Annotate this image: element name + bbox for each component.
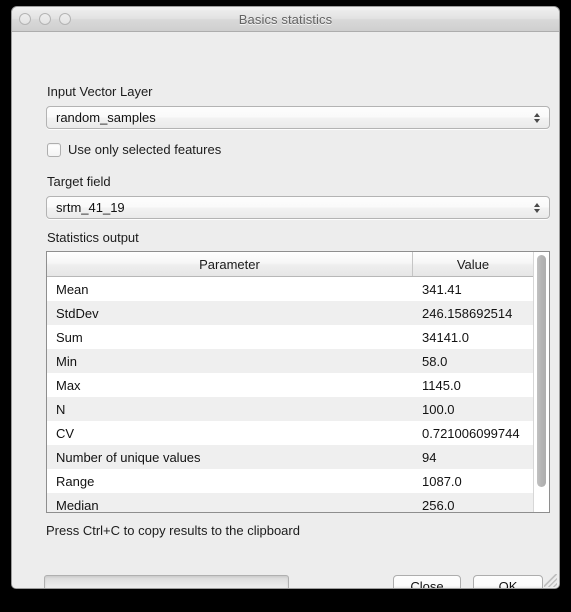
ok-button[interactable]: OK: [473, 575, 543, 588]
cell-value: 1087.0: [422, 473, 462, 489]
cell-parameter: CV: [56, 425, 75, 441]
input-vector-layer-value: random_samples: [56, 110, 156, 125]
table-row[interactable]: Mean 341.41: [47, 277, 533, 301]
table-header-row: Parameter Value: [47, 252, 533, 277]
window-controls: [19, 7, 71, 31]
use-only-selected-features-checkbox[interactable]: [47, 142, 61, 157]
table-row[interactable]: Sum 34141.0: [47, 325, 533, 349]
resize-grip[interactable]: [544, 574, 557, 587]
column-header-value[interactable]: Value: [413, 252, 533, 276]
cell-parameter: StdDev: [56, 305, 99, 321]
clipboard-hint-text: Press Ctrl+C to copy results to the clip…: [46, 523, 300, 538]
cell-parameter: Min: [56, 353, 77, 369]
cell-value: 0.721006099744: [422, 425, 520, 441]
chevron-updown-icon: [528, 197, 546, 218]
cell-parameter: Sum: [56, 329, 83, 345]
table-row[interactable]: Median 256.0: [47, 493, 533, 513]
zoom-button[interactable]: [59, 13, 71, 25]
table-row[interactable]: Number of unique values 94: [47, 445, 533, 469]
window-title-bar[interactable]: Basics statistics: [12, 7, 559, 32]
close-button-footer[interactable]: Close: [393, 575, 461, 588]
close-button[interactable]: [19, 13, 31, 25]
cell-parameter: N: [56, 401, 66, 417]
use-only-selected-features-label: Use only selected features: [68, 142, 222, 157]
table-row[interactable]: CV 0.721006099744: [47, 421, 533, 445]
cell-value: 1145.0: [422, 377, 461, 393]
column-header-parameter[interactable]: Parameter: [47, 252, 413, 276]
input-vector-layer-combobox[interactable]: random_samples: [46, 106, 550, 129]
cell-value: 100.0: [422, 401, 455, 417]
scrollbar-thumb[interactable]: [537, 255, 546, 487]
progress-bar: [44, 575, 289, 588]
table-row[interactable]: StdDev 246.158692514: [47, 301, 533, 325]
target-field-label: Target field: [47, 174, 111, 189]
table-body: Mean 341.41 StdDev 246.158692514 Sum 34141.0 M…: [47, 277, 533, 513]
table-main: Parameter Value Mean 341.41 StdDev 246.1586…: [47, 252, 533, 512]
use-only-selected-features-row[interactable]: Use only selected features: [47, 142, 221, 157]
target-field-combobox[interactable]: srtm_41_19: [46, 196, 550, 219]
cell-value: 34141.0: [422, 329, 469, 345]
chevron-updown-icon: [528, 107, 546, 128]
table-row[interactable]: Max 1145.0: [47, 373, 533, 397]
cell-value: 341.41: [422, 281, 462, 297]
window-title: Basics statistics: [238, 11, 333, 27]
dialog-body: Input Vector Layer random_samples Use on…: [12, 32, 559, 588]
minimize-button[interactable]: [39, 13, 51, 25]
cell-value: 94: [422, 449, 437, 465]
table-row[interactable]: N 100.0: [47, 397, 533, 421]
table-scroll-area: Parameter Value Mean 341.41 StdDev 246.1586…: [47, 252, 549, 512]
statistics-table: Parameter Value Mean 341.41 StdDev 246.1586…: [46, 251, 550, 513]
cell-value: 58.0: [422, 353, 448, 369]
cell-parameter: Max: [56, 377, 81, 393]
table-row[interactable]: Min 58.0: [47, 349, 533, 373]
cell-parameter: Median: [56, 497, 99, 513]
statistics-output-label: Statistics output: [47, 230, 139, 245]
table-vertical-scrollbar[interactable]: [533, 252, 549, 512]
cell-value: 256.0: [422, 497, 455, 513]
cell-parameter: Range: [56, 473, 95, 489]
input-vector-layer-label: Input Vector Layer: [47, 84, 153, 99]
cell-parameter: Mean: [56, 281, 89, 297]
table-row[interactable]: Range 1087.0: [47, 469, 533, 493]
basics-statistics-dialog: Basics statistics Input Vector Layer ran…: [11, 6, 560, 589]
target-field-value: srtm_41_19: [56, 200, 125, 215]
cell-value: 246.158692514: [422, 305, 513, 321]
cell-parameter: Number of unique values: [56, 449, 201, 465]
